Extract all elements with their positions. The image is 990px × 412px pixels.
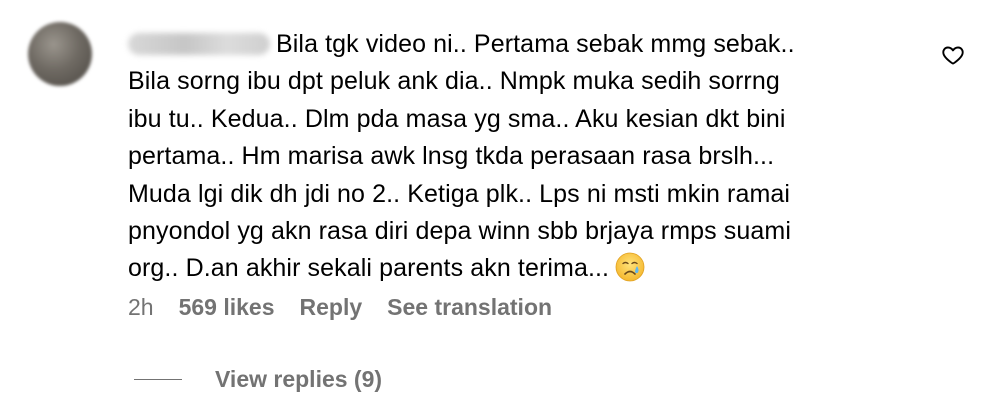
comment-line-2: Bila sorng ibu dpt peluk ank dia.. Nmpk …	[128, 67, 780, 96]
comment-line-1-text: Bila tgk video ni.. Pertama sebak mmg se…	[276, 30, 795, 58]
view-replies-button[interactable]: View replies (9)	[215, 366, 382, 393]
comment-body: Bila tgk video ni.. Pertama sebak mmg se…	[128, 26, 928, 288]
replies-divider-line	[134, 379, 182, 380]
reply-button[interactable]: Reply	[300, 294, 363, 321]
heart-outline-icon[interactable]	[941, 43, 965, 67]
comment-line-3: ibu tu.. Kedua.. Dlm pda masa yg sma.. A…	[128, 104, 786, 133]
avatar[interactable]	[28, 22, 92, 86]
see-translation-button[interactable]: See translation	[387, 294, 552, 321]
comment-line-5: Muda lgi dik dh jdi no 2.. Ketiga plk.. …	[128, 179, 791, 208]
crying-face-emoji-icon	[615, 253, 645, 282]
comment-text: Bila tgk video ni.. Pertama sebak mmg se…	[128, 26, 928, 288]
view-replies-row[interactable]: View replies (9)	[134, 366, 382, 393]
comment-meta-row: 2h 569 likes Reply See translation	[128, 294, 577, 321]
likes-count-link[interactable]: 569 likes	[179, 294, 275, 321]
comment-line-1: Bila tgk video ni.. Pertama sebak mmg se…	[128, 26, 928, 63]
comment-line-4: pertama.. Hm marisa awk lnsg tkda perasa…	[128, 142, 775, 171]
username-blurred[interactable]	[128, 33, 270, 55]
comment-line-7: org.. D.an akhir sekali parents akn teri…	[128, 250, 928, 287]
comment-timestamp[interactable]: 2h	[128, 294, 154, 321]
comment-line-6: pnyondol yg akn rasa diri depa winn sbb …	[128, 217, 791, 246]
comment-line-7-text: org.. D.an akhir sekali parents akn teri…	[128, 254, 610, 283]
